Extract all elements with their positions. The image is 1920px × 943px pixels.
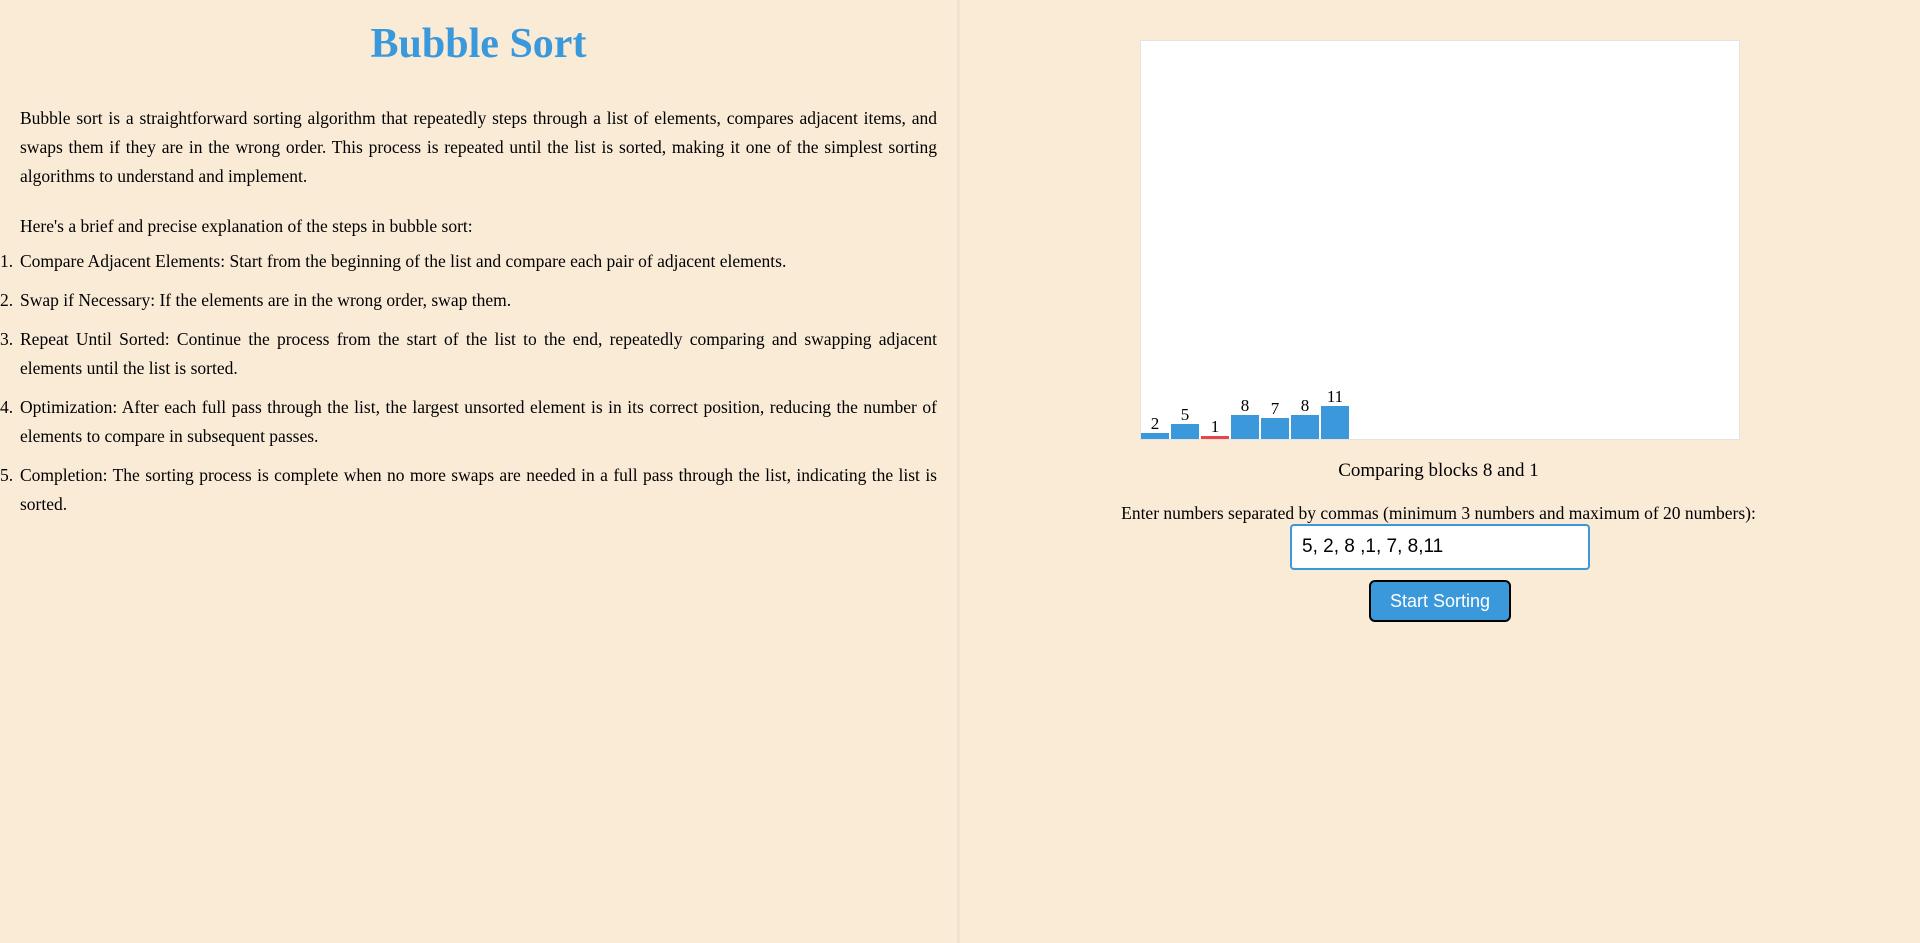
bar-label-2: 1 bbox=[1211, 417, 1220, 436]
bar-chart: 2 5 1 8 7 8 11 bbox=[1141, 387, 1349, 439]
step-text: Repeat Until Sorted: Continue the proces… bbox=[20, 329, 937, 378]
numbers-input-wrap bbox=[1290, 524, 1590, 570]
step-item: 4. Optimization: After each full pass thr… bbox=[0, 393, 937, 451]
bar-label-6: 11 bbox=[1327, 387, 1343, 406]
bar-label-3: 8 bbox=[1241, 396, 1250, 415]
bar-5 bbox=[1291, 415, 1319, 439]
explanation-panel: Bubble Sort Bubble sort is a straightfor… bbox=[0, 0, 960, 943]
comparison-status: Comparing blocks 8 and 1 bbox=[1338, 460, 1539, 481]
step-number: 3. bbox=[0, 329, 14, 349]
start-sorting-button[interactable]: Start Sorting bbox=[1369, 580, 1511, 622]
step-number: 5. bbox=[0, 465, 14, 485]
numbers-input[interactable] bbox=[1290, 524, 1590, 570]
bar-label-0: 2 bbox=[1151, 414, 1160, 433]
bar-6 bbox=[1321, 406, 1349, 439]
step-text: Optimization: After each full pass throu… bbox=[20, 397, 937, 446]
bar-0 bbox=[1141, 433, 1169, 439]
page: Bubble Sort Bubble sort is a straightfor… bbox=[0, 0, 1920, 943]
steps-intro: Here's a brief and precise explanation o… bbox=[20, 216, 473, 236]
step-text: Swap if Necessary: If the elements are i… bbox=[20, 290, 512, 310]
bar-3 bbox=[1231, 415, 1259, 439]
step-text: Compare Adjacent Elements: Start from th… bbox=[20, 251, 787, 271]
step-item: 2. Swap if Necessary: If the elements are… bbox=[0, 286, 937, 315]
algorithm-description: Bubble sort is a straightforward sorting… bbox=[20, 108, 937, 186]
input-prompt: Enter numbers separated by commas (minim… bbox=[1121, 503, 1756, 523]
step-number: 4. bbox=[0, 397, 14, 417]
step-number: 1. bbox=[0, 251, 14, 271]
bar-label-1: 5 bbox=[1181, 405, 1190, 424]
step-item: 5. Completion: The sorting process is com… bbox=[0, 461, 937, 519]
bar-1 bbox=[1171, 424, 1199, 439]
page-title: Bubble Sort bbox=[370, 21, 587, 67]
step-text: Completion: The sorting process is compl… bbox=[20, 465, 937, 514]
bar-label-5: 8 bbox=[1301, 396, 1310, 415]
sort-visualization: 2 5 1 8 7 8 11 bbox=[1140, 40, 1740, 440]
step-number: 2. bbox=[0, 290, 14, 310]
bar-2 bbox=[1201, 436, 1229, 439]
step-item: 3. Repeat Until Sorted: Continue the proc… bbox=[0, 325, 937, 383]
bar-4 bbox=[1261, 418, 1289, 439]
visualizer-panel: 2 5 1 8 7 8 11 Comparing blocks 8 and 1 Enter … bbox=[960, 0, 1917, 943]
bar-label-4: 7 bbox=[1271, 399, 1280, 418]
step-item: 1. Compare Adjacent Elements: Start from … bbox=[0, 247, 937, 276]
steps-list: 1. Compare Adjacent Elements: Start from … bbox=[0, 247, 937, 519]
